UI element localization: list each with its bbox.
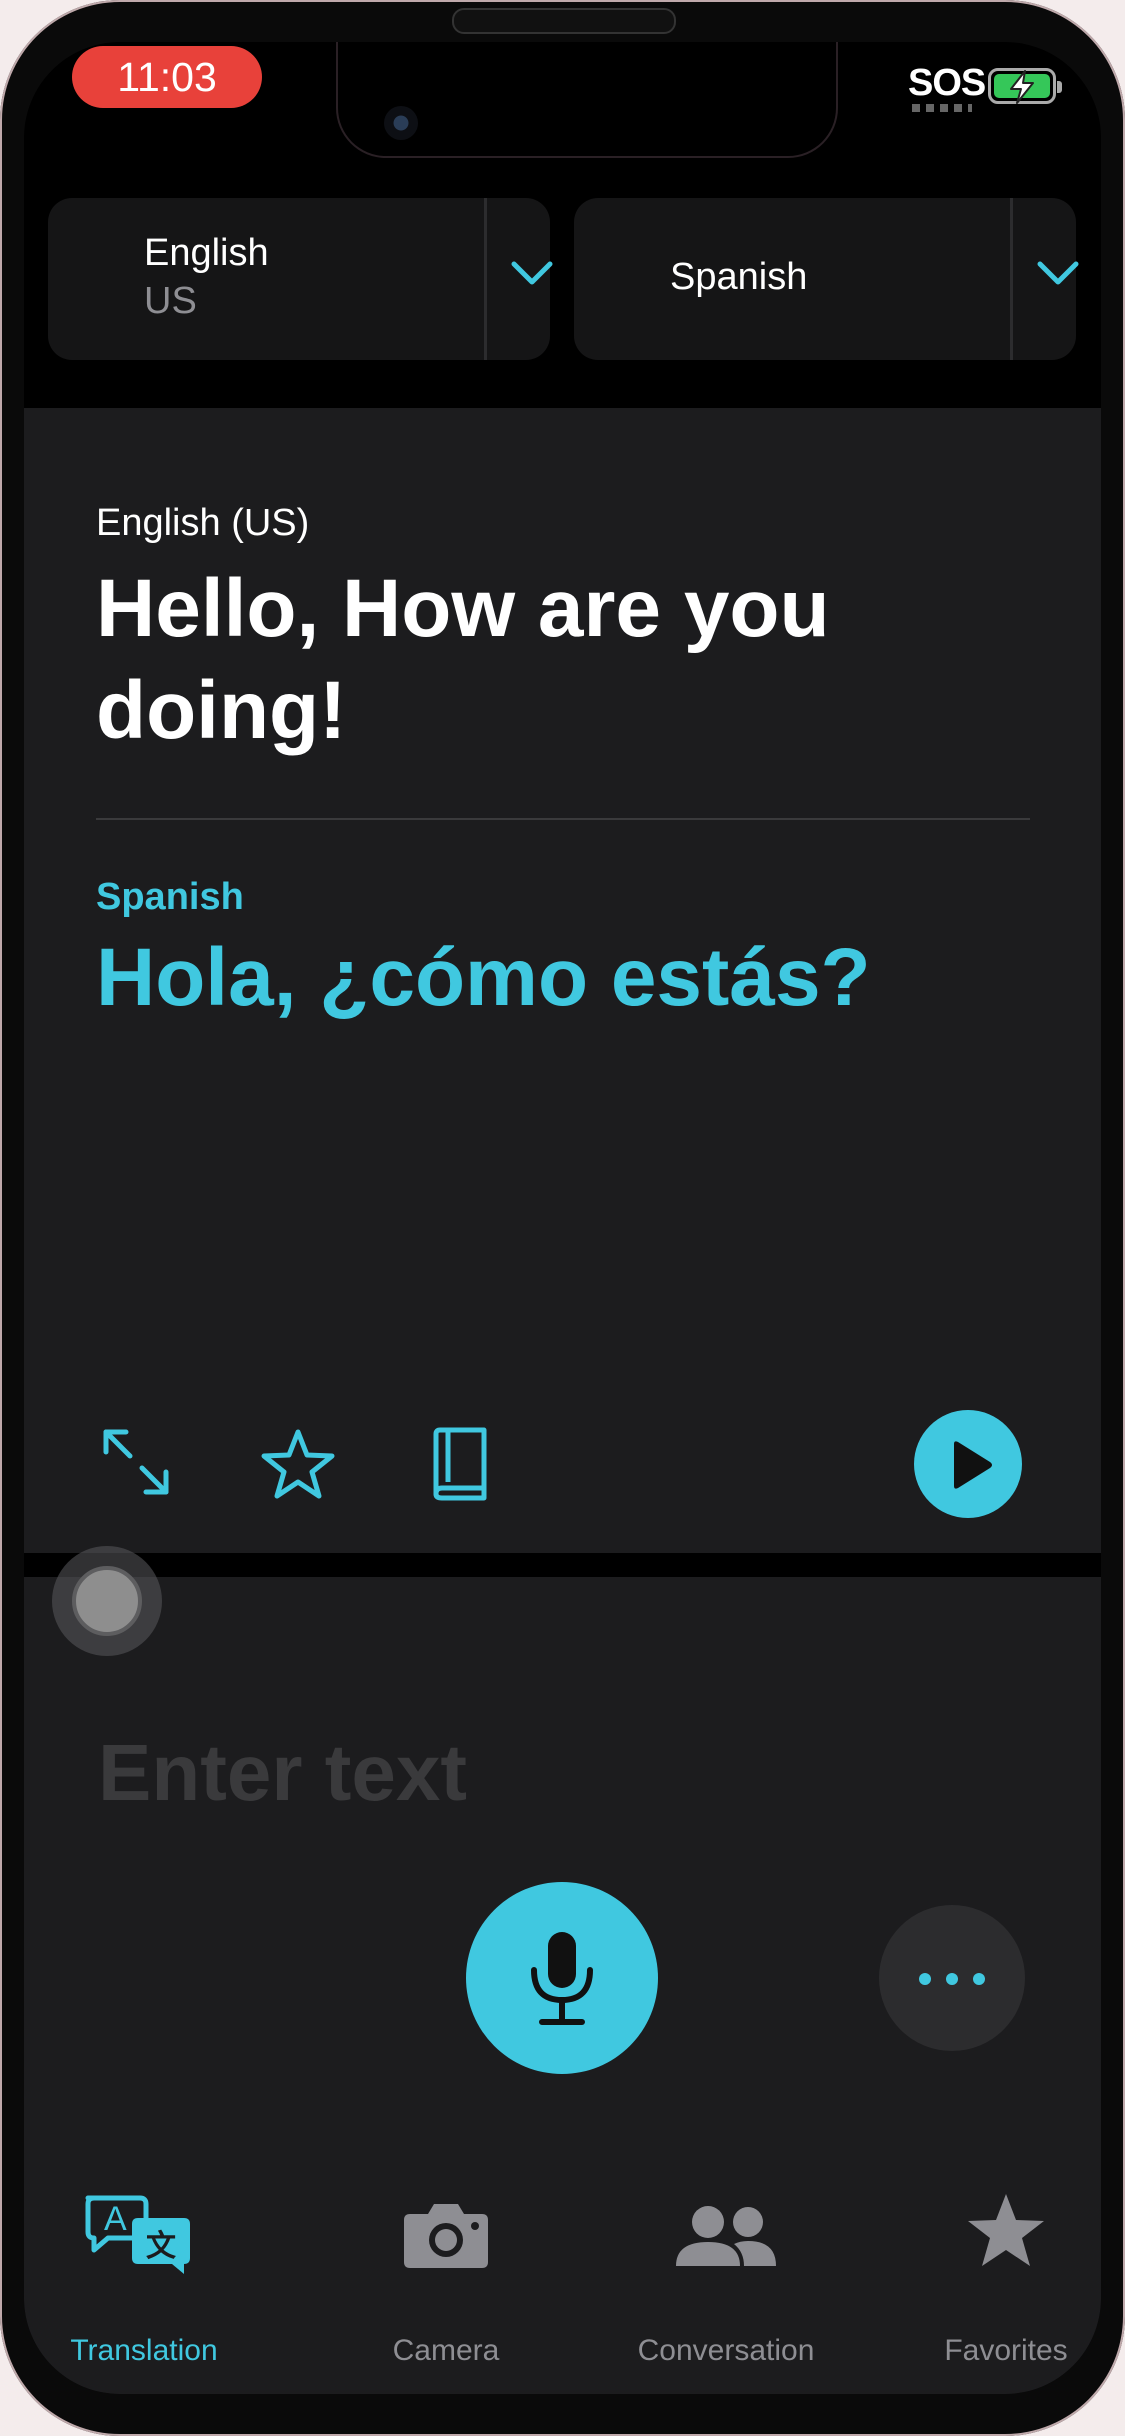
translation-divider <box>96 818 1030 820</box>
target-language-name: Spanish <box>670 256 808 298</box>
conversation-icon <box>676 2206 776 2266</box>
tab-label: Translation <box>70 2334 218 2367</box>
source-language-label: English (US) <box>96 502 310 544</box>
star-icon[interactable] <box>260 1426 336 1502</box>
source-text: Hello, How are you doing! <box>96 563 830 756</box>
earpiece-speaker <box>452 8 676 34</box>
source-language-region: US <box>144 280 197 322</box>
assistive-touch-button[interactable] <box>52 1546 162 1656</box>
tab-label: Camera <box>392 2334 500 2367</box>
translation-icon: A 文 <box>85 2195 190 2274</box>
more-options-button[interactable] <box>879 1905 1025 2051</box>
selector-divider <box>484 198 487 360</box>
camera-icon <box>404 2204 488 2268</box>
play-button[interactable] <box>914 1410 1022 1518</box>
chevron-down-icon[interactable] <box>508 248 556 296</box>
svg-text:文: 文 <box>146 2229 176 2264</box>
target-language-label: Spanish <box>96 876 244 918</box>
phone-frame: 11:03 SOS English US Spanish English (US… <box>0 0 1125 2436</box>
battery-icon <box>988 68 1062 104</box>
front-camera <box>384 106 418 140</box>
tab-favorites[interactable]: Favorites <box>886 2192 1101 2392</box>
ellipsis-icon <box>919 1973 931 1985</box>
chevron-down-icon[interactable] <box>1034 248 1082 296</box>
signal-dots <box>912 104 972 112</box>
microphone-icon <box>531 1932 593 2025</box>
play-icon <box>954 1441 992 1489</box>
tab-label: Conversation <box>637 2334 815 2367</box>
status-time[interactable]: 11:03 <box>72 46 262 108</box>
text-input[interactable] <box>96 1722 800 1824</box>
section-separator <box>24 1553 1101 1577</box>
sos-indicator: SOS <box>908 62 986 104</box>
microphone-button[interactable] <box>466 1882 658 2074</box>
translated-text: Hola, ¿cómo estás? <box>96 932 871 1023</box>
selector-divider <box>1010 198 1013 360</box>
tab-label: Favorites <box>944 2334 1068 2367</box>
target-language-selector[interactable]: Spanish <box>574 198 1079 360</box>
tab-camera[interactable]: Camera <box>326 2192 566 2392</box>
tab-conversation[interactable]: Conversation <box>606 2192 846 2392</box>
dictionary-icon[interactable] <box>428 1426 492 1502</box>
notch <box>338 42 836 156</box>
expand-icon[interactable] <box>100 1426 172 1498</box>
svg-text:A: A <box>104 2200 127 2238</box>
star-icon <box>968 2194 1044 2266</box>
tab-translation[interactable]: A 文 Translation <box>24 2192 264 2392</box>
source-language-selector[interactable]: English US <box>48 198 553 360</box>
source-language-name: English <box>144 232 269 274</box>
app-screen: 11:03 SOS English US Spanish English (US… <box>24 42 1101 2394</box>
